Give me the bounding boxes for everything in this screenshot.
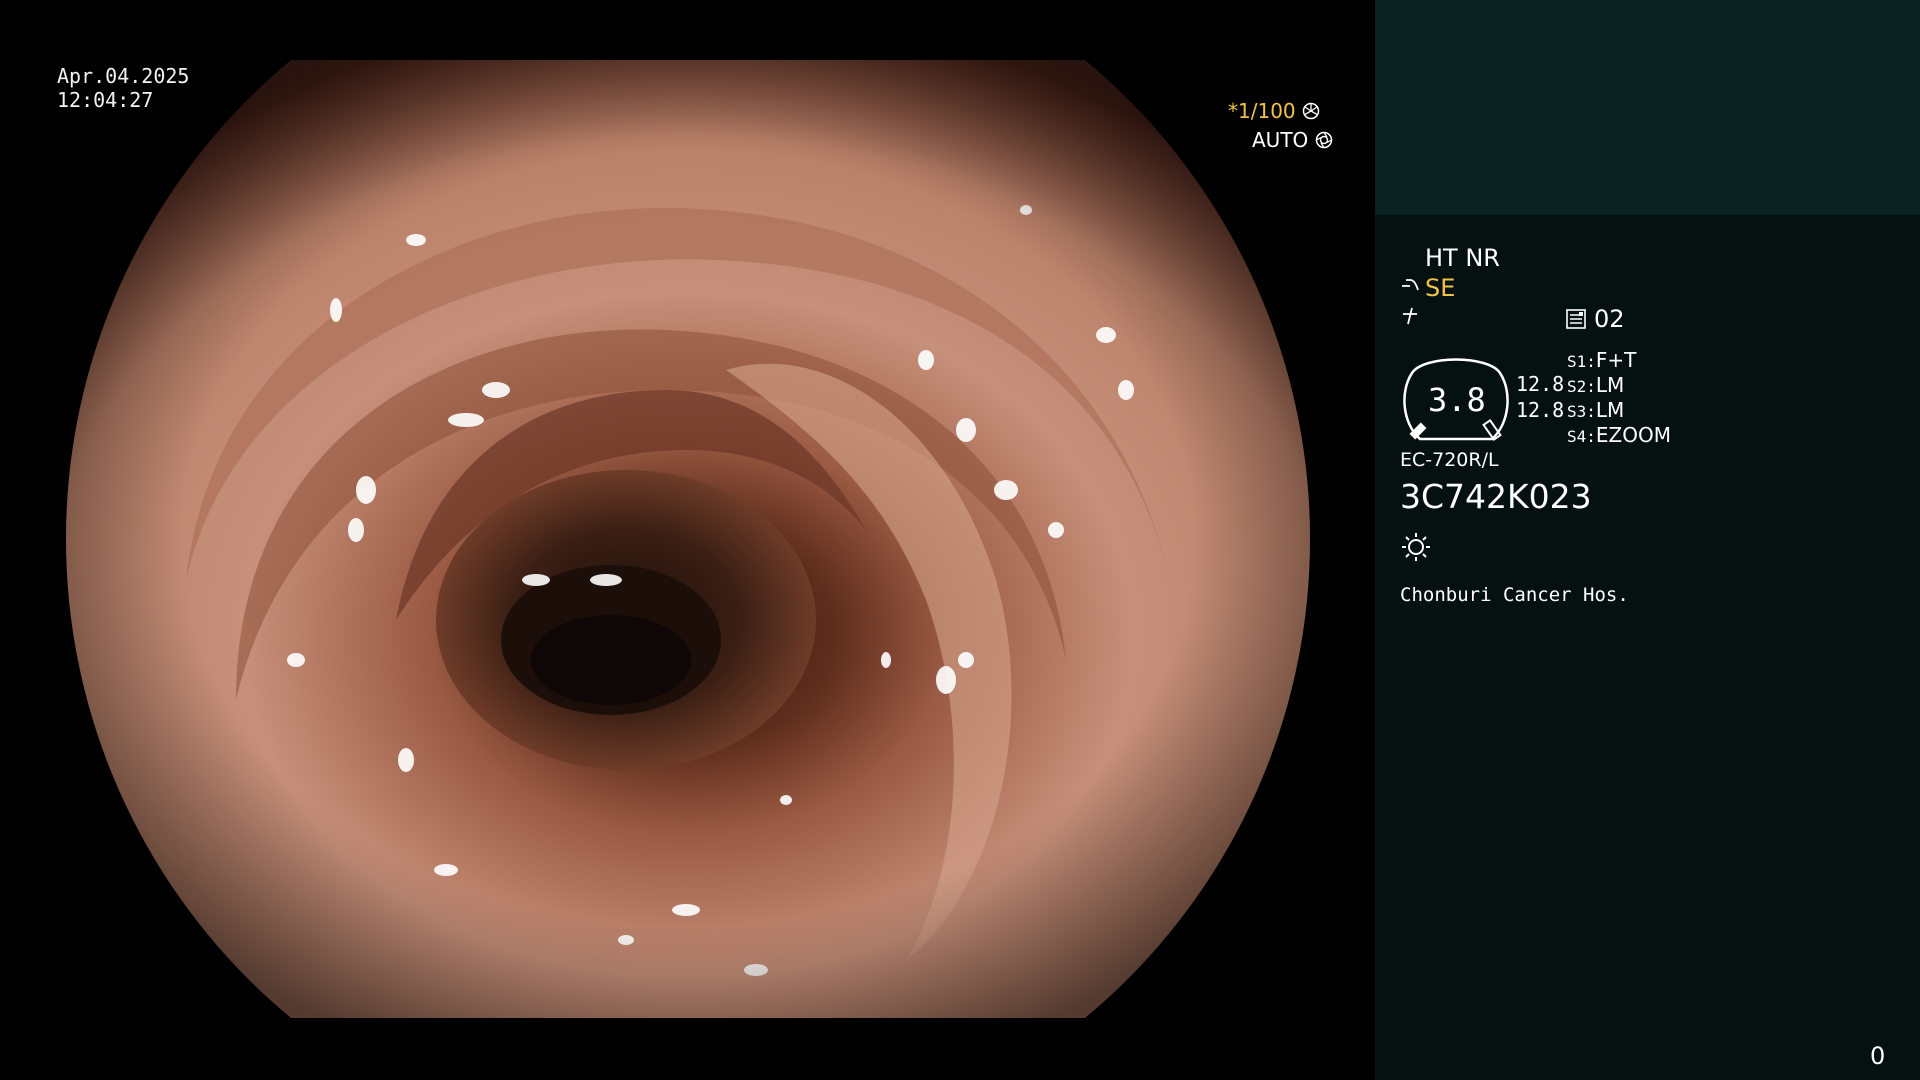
endoscopic-image bbox=[66, 60, 1310, 1018]
shutter-wheel-icon bbox=[1302, 99, 1320, 123]
switch-s4-key: S4: bbox=[1567, 427, 1596, 446]
switch-s3: S3:LM bbox=[1567, 400, 1624, 420]
shutter-asterisk: * bbox=[1228, 99, 1238, 123]
structure-mode: SE bbox=[1425, 274, 1456, 302]
structure-enhancement-icon bbox=[1400, 276, 1424, 303]
exam-time: 12:04:27 bbox=[57, 88, 154, 112]
switch-s3-key: S3: bbox=[1567, 402, 1596, 421]
switch-s3-value: LM bbox=[1595, 398, 1625, 422]
scope-model: EC-720R/L bbox=[1400, 449, 1499, 471]
light-source-icon bbox=[1402, 533, 1430, 561]
image-counter: 0 bbox=[1870, 1042, 1886, 1070]
switch-s4-value: EZOOM bbox=[1595, 423, 1671, 447]
info-panel bbox=[1375, 215, 1920, 1080]
endoscope-video: Apr.04.2025 12:04:27 *1/100 AUTO bbox=[0, 0, 1375, 1080]
memory-card-icon bbox=[1565, 308, 1587, 333]
switch-s1: S1:F+T bbox=[1567, 350, 1636, 370]
hospital-name: Chonburi Cancer Hos. bbox=[1400, 584, 1629, 606]
iris-icon bbox=[1315, 128, 1333, 152]
memory-value: 02 bbox=[1594, 305, 1625, 333]
zoom-readout-2: 12.8 bbox=[1516, 398, 1565, 422]
switch-s1-key: S1: bbox=[1567, 352, 1596, 371]
iris-mode: AUTO bbox=[1252, 130, 1333, 150]
zoom-value: 3.8 bbox=[1428, 381, 1486, 419]
switch-s2-key: S2: bbox=[1567, 377, 1596, 396]
shutter-speed: *1/100 bbox=[1228, 101, 1375, 121]
switch-s1-value: F+T bbox=[1595, 348, 1637, 372]
exam-date: Apr.04.2025 bbox=[57, 64, 190, 88]
zoom-readout-1: 12.8 bbox=[1516, 372, 1565, 396]
colon-lumen-image bbox=[66, 60, 1310, 1018]
enhancement-mode: HT NR bbox=[1425, 244, 1500, 272]
switch-s4: S4:EZOOM bbox=[1567, 425, 1671, 445]
scope-serial: 3C742K023 bbox=[1400, 477, 1592, 516]
color-filter-icon bbox=[1400, 304, 1422, 331]
switch-s2-value: LM bbox=[1595, 373, 1625, 397]
shutter-value: 1/100 bbox=[1238, 99, 1296, 123]
switch-s2: S2:LM bbox=[1567, 375, 1624, 395]
info-panel-header bbox=[1375, 0, 1920, 215]
iris-mode-label: AUTO bbox=[1252, 128, 1309, 152]
